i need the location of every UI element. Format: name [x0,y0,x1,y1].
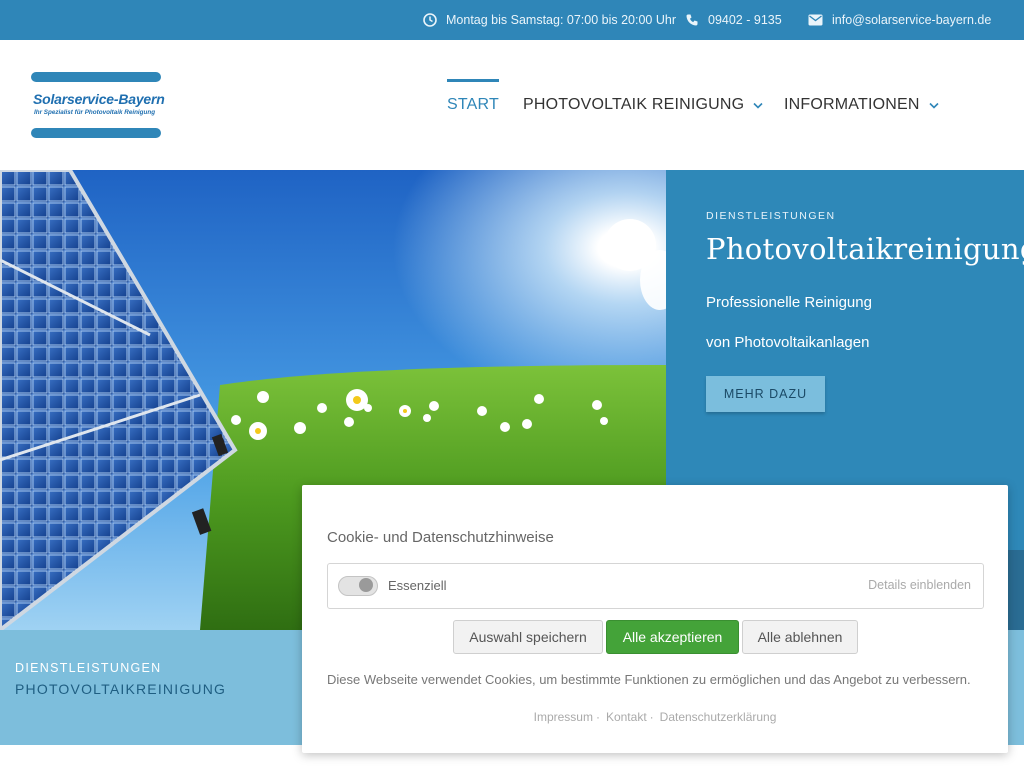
mehr-dazu-button[interactable]: MEHR DAZU [706,376,825,412]
site-header: Solarservice-Bayern Ihr Spezialist für P… [0,40,1024,170]
save-selection-button[interactable]: Auswahl speichern [453,620,603,654]
logo-bar-bottom [31,128,161,138]
logo-tagline: Ihr Spezialist für Photovoltaik Reinigun… [34,109,156,116]
reject-all-button[interactable]: Alle ablehnen [742,620,858,654]
nav-item-label: INFORMATIONEN [784,96,920,113]
cookie-category-label: Essenziell [388,578,447,593]
link-separator: · [649,710,654,724]
logo-bar-top [31,72,161,82]
cookie-footer-links: Impressum · Kontakt · Datenschutzerklärung [302,710,1008,724]
email-contact[interactable]: info@solarservice-bayern.de [808,0,991,40]
phone-icon [686,14,698,26]
breadcrumb-kicker: DIENSTLEISTUNGEN [15,661,162,675]
cookie-description: Diese Webseite verwendet Cookies, um bes… [327,672,971,687]
logo-name: Solarservice-Bayern [33,91,165,107]
top-contact-bar: Montag bis Samstag: 07:00 bis 20:00 Uhr … [0,0,1024,40]
kontakt-link[interactable]: Kontakt [606,710,647,724]
chevron-down-icon [929,102,939,109]
mail-icon [808,14,823,26]
opening-hours: Montag bis Samstag: 07:00 bis 20:00 Uhr [423,0,676,40]
hero-title: Photovoltaikreinigung [706,232,1024,266]
opening-hours-text: Montag bis Samstag: 07:00 bis 20:00 Uhr [446,13,676,27]
impressum-link[interactable]: Impressum [534,710,593,724]
link-separator: · [595,710,600,724]
nav-item-label: START [447,96,499,113]
cookie-category-row: Essenziell Details einblenden [327,563,984,609]
cookie-consent-dialog: Cookie- und Datenschutzhinweise Essenzie… [302,485,1008,753]
nav-item-label: PHOTOVOLTAIK REINIGUNG [523,96,745,113]
phone-number[interactable]: 09402 - 9135 [708,13,782,27]
details-toggle-link[interactable]: Details einblenden [868,578,971,592]
toggle-knob [359,578,373,592]
nav-item-start[interactable]: START [447,79,499,114]
hero-subtitle-line-1: Professionelle Reinigung [706,294,872,311]
nav-item-informationen[interactable]: INFORMATIONEN [784,96,939,114]
chevron-down-icon [753,102,763,109]
cookie-dialog-title: Cookie- und Datenschutzhinweise [327,529,554,546]
site-logo[interactable]: Solarservice-Bayern Ihr Spezialist für P… [31,72,165,138]
page-title: PHOTOVOLTAIKREINIGUNG [15,681,227,697]
hero-kicker: DIENSTLEISTUNGEN [706,210,836,222]
essential-toggle[interactable] [338,576,378,596]
phone-contact[interactable]: 09402 - 9135 [685,0,782,40]
datenschutz-link[interactable]: Datenschutzerklärung [660,710,777,724]
active-indicator [447,79,499,82]
accept-all-button[interactable]: Alle akzeptieren [606,620,739,654]
nav-item-photovoltaik-reinigung[interactable]: PHOTOVOLTAIK REINIGUNG [523,96,763,114]
email-address[interactable]: info@solarservice-bayern.de [832,13,991,27]
clock-icon [423,13,437,27]
hero-subtitle-line-2: von Photovoltaikanlagen [706,334,870,351]
